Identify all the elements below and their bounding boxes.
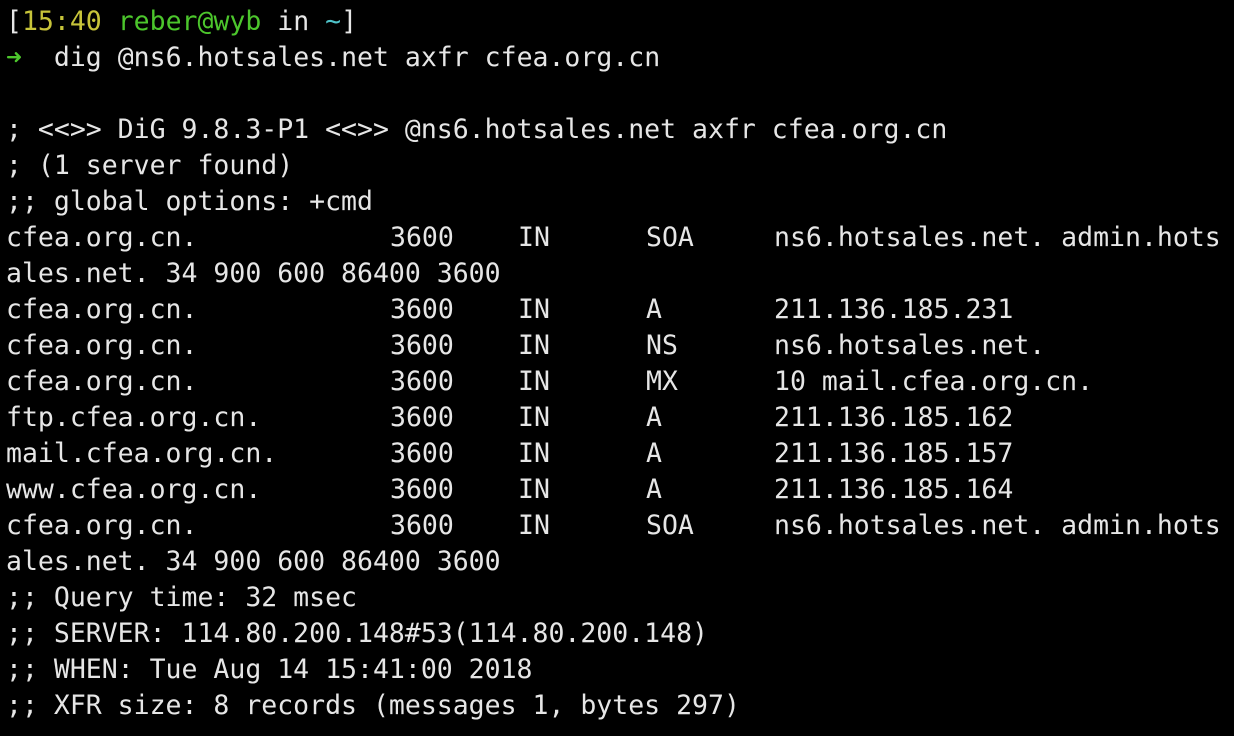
record-name: cfea.org.cn. (6, 510, 198, 541)
record-ttl: 3600 (390, 402, 454, 433)
record-type: SOA (646, 222, 694, 253)
record-type: SOA (646, 510, 694, 541)
record-class: IN (518, 222, 550, 253)
record-ttl: 3600 (390, 438, 454, 469)
record-ttl: 3600 (390, 222, 454, 253)
command-line: ➜ dig @ns6.hotsales.net axfr cfea.org.cn (6, 40, 1234, 76)
record-name: cfea.org.cn. (6, 330, 198, 361)
record-name: cfea.org.cn. (6, 294, 198, 325)
header-line: ; (1 server found) (6, 150, 294, 181)
dns-record-row: ftp.cfea.org.cn. 3600 IN A 211.136.185.162 (6, 400, 1234, 436)
footer-line: ;; SERVER: 114.80.200.148#53(114.80.200.… (6, 618, 708, 649)
record-class: IN (518, 294, 550, 325)
record-type: A (646, 294, 662, 325)
record-class: IN (518, 330, 550, 361)
dns-record-row: cfea.org.cn. 3600 IN SOA ns6.hotsales.net. a… (6, 508, 1234, 544)
record-name: ftp.cfea.org.cn. (6, 402, 262, 433)
dns-record-row: cfea.org.cn. 3600 IN MX 10 mail.cfea.org.cn. (6, 364, 1234, 400)
header-line: ;; global options: +cmd (6, 186, 373, 217)
prompt-user-host: reber@wyb (117, 6, 262, 37)
record-name: cfea.org.cn. (6, 222, 198, 253)
record-ttl: 3600 (390, 330, 454, 361)
record-data: 211.136.185.157 (774, 438, 1014, 469)
prompt-arrow-icon: ➜ (6, 42, 22, 73)
prompt-time: 15:40 (21, 6, 102, 37)
record-list: cfea.org.cn. 3600 IN SOA ns6.hotsales.net. a… (6, 220, 1234, 580)
record-class: IN (518, 402, 550, 433)
record-wrap-line: ales.net. 34 900 600 86400 3600 (6, 546, 501, 577)
record-wrap-line: ales.net. 34 900 600 86400 3600 (6, 258, 501, 289)
record-ttl: 3600 (390, 474, 454, 505)
record-type: MX (646, 366, 678, 397)
record-data: 211.136.185.162 (774, 402, 1014, 433)
record-type: A (646, 438, 662, 469)
record-class: IN (518, 438, 550, 469)
record-type: A (646, 402, 662, 433)
record-data: 10 mail.cfea.org.cn. (774, 366, 1094, 397)
record-data: ns6.hotsales.net. admin.hots (774, 510, 1221, 541)
record-name: cfea.org.cn. (6, 366, 198, 397)
prompt-bracket-open: [ (6, 6, 22, 37)
header-line: ; <<>> DiG 9.8.3-P1 <<>> @ns6.hotsales.n… (6, 114, 948, 145)
dns-record-row: cfea.org.cn. 3600 IN A 211.136.185.231 (6, 292, 1234, 328)
record-ttl: 3600 (390, 294, 454, 325)
record-data: ns6.hotsales.net. (774, 330, 1046, 361)
record-data: 211.136.185.231 (774, 294, 1014, 325)
record-class: IN (518, 366, 550, 397)
record-data: ns6.hotsales.net. admin.hots (774, 222, 1221, 253)
prompt-bracket-close: ] (341, 6, 358, 37)
footer-line: ;; WHEN: Tue Aug 14 15:41:00 2018 (6, 654, 533, 685)
record-name: www.cfea.org.cn. (6, 474, 262, 505)
record-class: IN (518, 474, 550, 505)
dns-record-row: mail.cfea.org.cn. 3600 IN A 211.136.185.157 (6, 436, 1234, 472)
prompt-line: [15:40 reber@wyb in ~] (6, 4, 1234, 40)
record-ttl: 3600 (390, 510, 454, 541)
record-ttl: 3600 (390, 366, 454, 397)
prompt-in: in (277, 6, 310, 37)
record-type: NS (646, 330, 678, 361)
prompt-dir: ~ (325, 6, 342, 37)
record-class: IN (518, 510, 550, 541)
dns-record-row: cfea.org.cn. 3600 IN NS ns6.hotsales.net. (6, 328, 1234, 364)
command-text: dig @ns6.hotsales.net axfr cfea.org.cn (53, 42, 661, 73)
terminal-window[interactable]: [15:40 reber@wyb in ~] ➜ dig @ns6.hotsal… (0, 0, 1234, 736)
record-data: 211.136.185.164 (774, 474, 1014, 505)
footer-line: ;; Query time: 32 msec (6, 582, 357, 613)
record-type: A (646, 474, 662, 505)
dns-record-row: www.cfea.org.cn. 3600 IN A 211.136.185.164 (6, 472, 1234, 508)
record-name: mail.cfea.org.cn. (6, 438, 278, 469)
dns-record-row: cfea.org.cn. 3600 IN SOA ns6.hotsales.net. a… (6, 220, 1234, 256)
footer-line: ;; XFR size: 8 records (messages 1, byte… (6, 690, 740, 721)
